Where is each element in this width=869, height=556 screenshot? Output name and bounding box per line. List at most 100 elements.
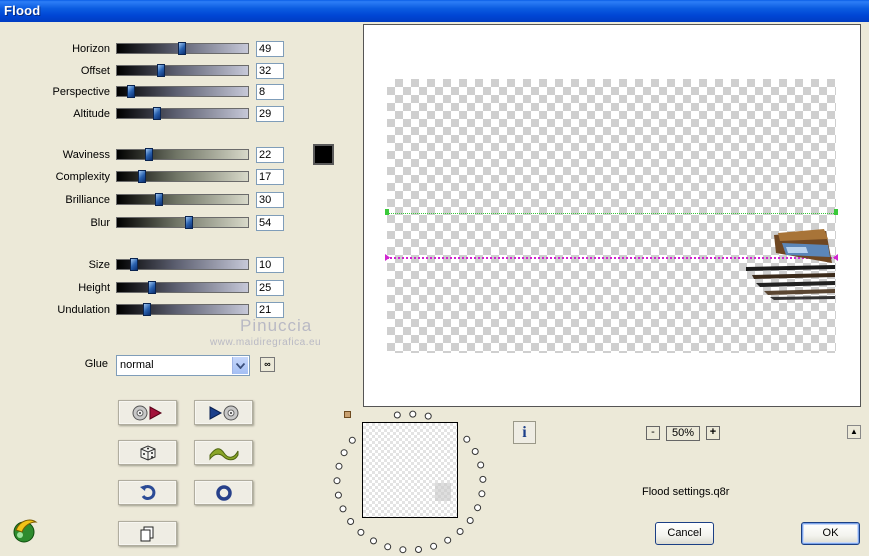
reset-icon — [215, 484, 232, 501]
preset-dot[interactable] — [335, 462, 343, 470]
slider-thumb[interactable] — [130, 258, 138, 271]
horizon-guide[interactable] — [387, 213, 836, 215]
preset-dot[interactable] — [347, 518, 355, 525]
preset-dot[interactable] — [477, 461, 485, 469]
preset-dot[interactable] — [340, 449, 348, 457]
preset-dot[interactable] — [348, 436, 356, 444]
preset-dot[interactable] — [357, 528, 365, 536]
slider-waviness[interactable] — [116, 148, 249, 161]
slider-label-horizon: Horizon — [72, 43, 110, 55]
load-preset-button[interactable] — [118, 400, 177, 425]
slider-label-undulation: Undulation — [57, 304, 110, 316]
undo-icon — [139, 484, 155, 500]
horizon-marker-right[interactable] — [834, 209, 838, 215]
transparent-canvas — [385, 79, 838, 353]
slider-label-waviness: Waviness — [62, 149, 110, 161]
preset-dot[interactable] — [463, 435, 471, 443]
link-button[interactable]: ∞ — [260, 357, 275, 372]
scroll-up-button[interactable]: ▲ — [847, 425, 861, 439]
slider-thumb[interactable] — [127, 85, 135, 98]
zoom-level: 50% — [666, 426, 700, 441]
window-title: Flood — [4, 3, 41, 18]
horizon-marker-left[interactable] — [385, 209, 389, 215]
slider-perspective[interactable] — [116, 85, 249, 98]
slider-label-perspective: Perspective — [52, 86, 110, 98]
zoom-out-button[interactable]: - — [646, 426, 660, 440]
copy-button[interactable] — [118, 521, 177, 546]
preset-dot[interactable] — [409, 410, 417, 418]
value-field-offset[interactable]: 32 — [256, 63, 284, 79]
chevron-down-icon[interactable] — [232, 357, 248, 374]
save-preset-button[interactable] — [194, 400, 253, 425]
slider-thumb[interactable] — [153, 107, 161, 120]
slider-blur[interactable] — [116, 216, 249, 229]
slider-height[interactable] — [116, 281, 249, 294]
slider-undulation[interactable] — [116, 303, 249, 316]
slider-altitude[interactable] — [116, 107, 249, 120]
color-swatch[interactable] — [313, 144, 334, 165]
preset-dot[interactable] — [479, 475, 487, 483]
slider-complexity[interactable] — [116, 170, 249, 183]
preset-dot[interactable] — [456, 528, 464, 535]
value-field-size[interactable]: 10 — [256, 257, 284, 273]
slider-thumb[interactable] — [138, 170, 146, 183]
value-field-waviness[interactable]: 22 — [256, 147, 284, 163]
info-icon: i — [522, 424, 527, 441]
dice-icon — [140, 444, 155, 461]
slider-label-brilliance: Brilliance — [65, 194, 110, 206]
wave-icon — [209, 447, 238, 460]
preset-ring[interactable] — [330, 410, 495, 556]
value-field-height[interactable]: 25 — [256, 280, 284, 296]
preset-dot[interactable] — [370, 537, 377, 545]
glue-select[interactable]: normal — [116, 355, 250, 376]
value-field-complexity[interactable]: 17 — [256, 169, 284, 185]
slider-label-size: Size — [88, 259, 110, 271]
slider-label-altitude: Altitude — [73, 108, 110, 120]
slider-thumb[interactable] — [178, 42, 186, 55]
value-field-perspective[interactable]: 8 — [256, 84, 284, 100]
watermark-url: www.maidiregrafica.eu — [210, 337, 322, 348]
preset-dot[interactable] — [474, 504, 482, 512]
slider-offset[interactable] — [116, 64, 249, 77]
preset-dot[interactable] — [333, 477, 341, 485]
ok-button[interactable]: OK — [801, 522, 860, 545]
plus-icon: + — [709, 426, 717, 438]
zoom-in-button[interactable]: + — [706, 426, 720, 440]
preset-dot[interactable] — [384, 543, 392, 551]
reset-button[interactable] — [194, 480, 253, 505]
slider-thumb[interactable] — [157, 64, 165, 77]
preset-dot[interactable] — [339, 505, 347, 513]
preset-dot[interactable] — [399, 546, 407, 554]
value-field-altitude[interactable]: 29 — [256, 106, 284, 122]
slider-thumb[interactable] — [143, 303, 151, 316]
preset-dot[interactable] — [478, 490, 486, 498]
title-bar: Flood — [0, 0, 869, 22]
value-field-brilliance[interactable]: 30 — [256, 192, 284, 208]
slider-brilliance[interactable] — [116, 193, 249, 206]
wave-button[interactable] — [194, 440, 253, 465]
preset-dot[interactable] — [424, 412, 432, 420]
slider-label-blur: Blur — [90, 217, 110, 229]
preset-dot[interactable] — [466, 517, 474, 524]
preset-dot[interactable] — [393, 411, 401, 419]
undo-button[interactable] — [118, 480, 177, 505]
preset-dot[interactable] — [334, 491, 342, 499]
app-logo-icon — [13, 519, 38, 543]
value-field-horizon[interactable]: 49 — [256, 41, 284, 57]
slider-thumb[interactable] — [185, 216, 193, 229]
cancel-button[interactable]: Cancel — [655, 522, 714, 545]
preview-canvas[interactable] — [363, 24, 861, 407]
preset-dot[interactable] — [430, 542, 438, 550]
preset-dot[interactable] — [471, 448, 479, 455]
slider-size[interactable] — [116, 258, 249, 271]
slider-horizon[interactable] — [116, 42, 249, 55]
slider-thumb[interactable] — [155, 193, 163, 206]
info-button[interactable]: i — [513, 421, 536, 444]
save-preset-icon — [209, 405, 238, 420]
preset-dot[interactable] — [444, 536, 452, 544]
value-field-blur[interactable]: 54 — [256, 215, 284, 231]
preset-dot[interactable] — [415, 546, 422, 553]
slider-thumb[interactable] — [148, 281, 156, 294]
slider-thumb[interactable] — [145, 148, 153, 161]
randomize-button[interactable] — [118, 440, 177, 465]
